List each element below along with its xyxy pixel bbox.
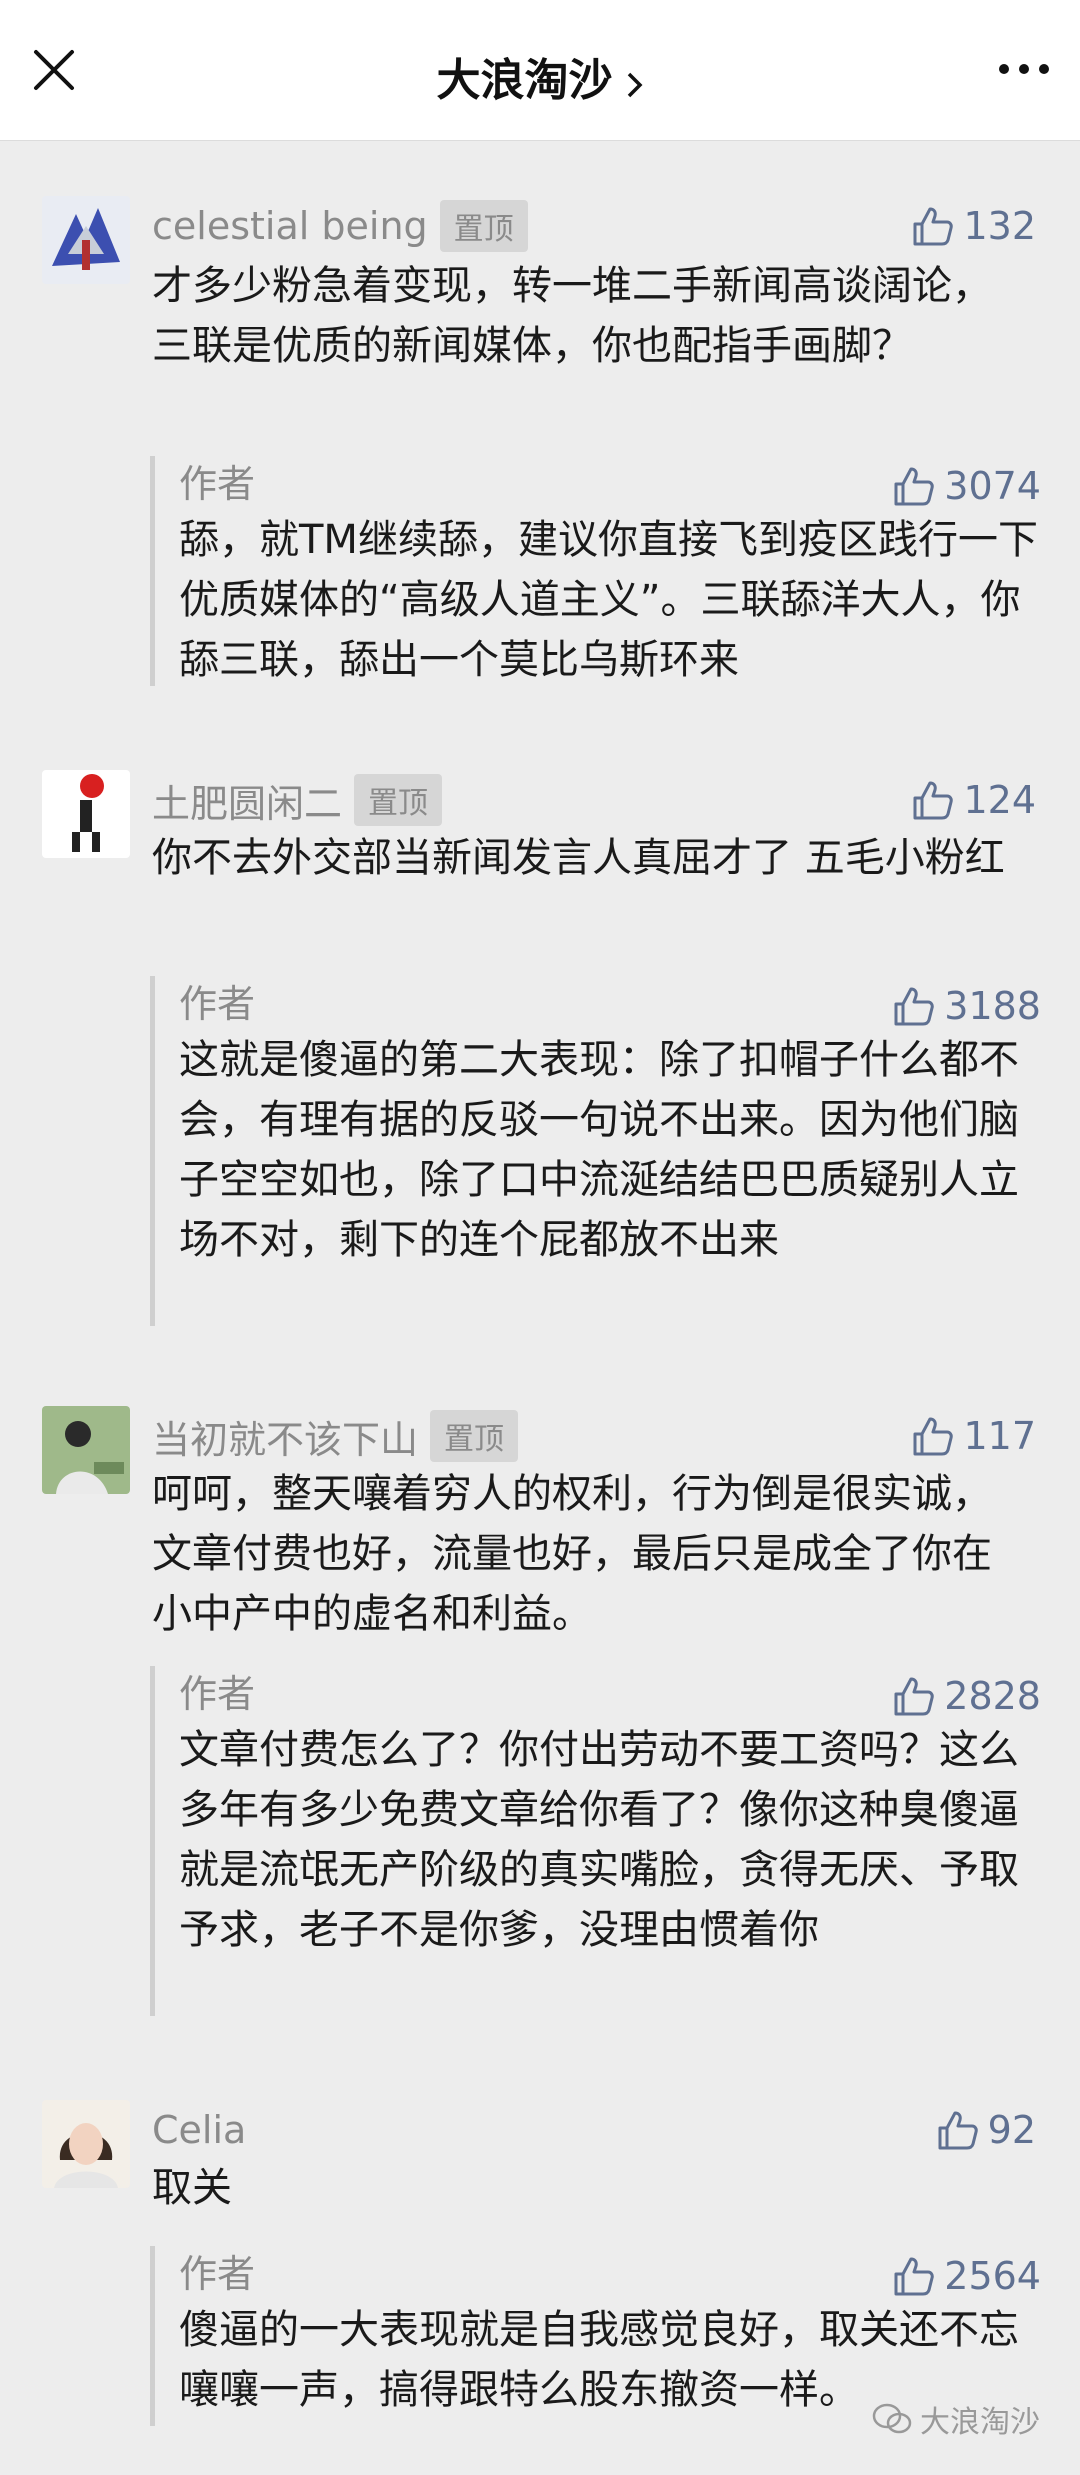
reply-like-button[interactable]: 3188 xyxy=(892,980,1041,1032)
reply-like-button[interactable]: 3074 xyxy=(892,460,1041,512)
reply-like-count: 2828 xyxy=(944,1674,1041,1718)
reply-author: 作者 xyxy=(179,982,256,1026)
watermark: 大浪淘沙 xyxy=(872,2397,1040,2441)
reply-like-count: 3188 xyxy=(944,984,1041,1028)
reply-text: 这就是傻逼的第二大表现：除了扣帽子什么都不会，有理有据的反驳一句说不出来。因为他… xyxy=(179,1037,1019,1263)
reply-author: 作者 xyxy=(179,462,256,506)
thumbs-up-icon xyxy=(913,1417,954,1456)
like-count: 117 xyxy=(963,1414,1036,1458)
thumbs-up-icon xyxy=(894,987,935,1026)
reply-author: 作者 xyxy=(179,1672,256,1716)
author-reply: 作者 3188 这就是傻逼的第二大表现：除了扣帽子什么都不会，有理有据的反驳一句… xyxy=(150,976,1045,1326)
comment-text: 你不去外交部当新闻发言人真屈才了 五毛小粉红 xyxy=(152,835,1005,881)
commenter-name[interactable]: celestial being xyxy=(152,204,428,248)
like-count: 132 xyxy=(963,204,1036,248)
reply-like-button[interactable]: 2564 xyxy=(892,2250,1041,2302)
commenter-name[interactable]: 土肥圆闲二 xyxy=(152,773,342,828)
account-title-link[interactable]: 大浪淘沙 xyxy=(0,44,1080,108)
like-button[interactable]: 117 xyxy=(911,1410,1036,1462)
like-button[interactable]: 92 xyxy=(936,2104,1036,2156)
author-reply: 作者 2828 文章付费怎么了？你付出劳动不要工资吗？这么多年有多少免费文章给你… xyxy=(150,1666,1045,2016)
like-count: 92 xyxy=(987,2108,1036,2152)
pinned-badge: 置顶 xyxy=(354,774,443,826)
reply-text: 舔，就TM继续舔，建议你直接飞到疫区践行一下优质媒体的“高级人道主义”。三联舔洋… xyxy=(179,517,1038,683)
thumbs-up-icon xyxy=(894,2257,935,2296)
reply-like-count: 2564 xyxy=(944,2254,1041,2298)
avatar[interactable] xyxy=(42,770,130,858)
thumbs-up-icon xyxy=(894,467,935,506)
like-button[interactable]: 124 xyxy=(911,774,1036,826)
chevron-right-icon xyxy=(626,71,644,103)
avatar[interactable] xyxy=(42,2100,130,2188)
reply-like-count: 3074 xyxy=(944,464,1041,508)
commenter-name[interactable]: Celia xyxy=(152,2108,246,2152)
comment-text: 呵呵，整天嚷着穷人的权利，行为倒是很实诚，文章付费也好，流量也好，最后只是成全了… xyxy=(152,1471,992,1637)
page-title: 大浪淘沙 xyxy=(436,55,613,106)
comment-text: 取关 xyxy=(152,2165,232,2211)
thumbs-up-icon xyxy=(894,1677,935,1716)
like-count: 124 xyxy=(963,778,1036,822)
wechat-icon xyxy=(872,2403,912,2434)
author-reply: 作者 3074 舔，就TM继续舔，建议你直接飞到疫区践行一下优质媒体的“高级人道… xyxy=(150,456,1045,686)
reply-author: 作者 xyxy=(179,2252,256,2296)
like-button[interactable]: 132 xyxy=(911,200,1036,252)
thumbs-up-icon xyxy=(913,207,954,246)
reply-like-button[interactable]: 2828 xyxy=(892,1670,1041,1722)
reply-text: 文章付费怎么了？你付出劳动不要工资吗？这么多年有多少免费文章给你看了？像你这种臭… xyxy=(179,1727,1019,1953)
commenter-name[interactable]: 当初就不该下山 xyxy=(152,1409,418,1464)
thumbs-up-icon xyxy=(913,781,954,820)
thumbs-up-icon xyxy=(938,2111,978,2150)
avatar[interactable] xyxy=(42,1406,130,1494)
watermark-text: 大浪淘沙 xyxy=(920,2405,1040,2440)
pinned-badge: 置顶 xyxy=(430,1410,519,1462)
pinned-badge: 置顶 xyxy=(439,200,528,252)
comment-text: 才多少粉急着变现，转一堆二手新闻高谈阔论，三联是优质的新闻媒体，你也配指手画脚？ xyxy=(152,263,992,369)
top-bar: 大浪淘沙 xyxy=(0,0,1080,141)
more-icon[interactable] xyxy=(996,54,1052,84)
avatar[interactable] xyxy=(42,196,130,284)
